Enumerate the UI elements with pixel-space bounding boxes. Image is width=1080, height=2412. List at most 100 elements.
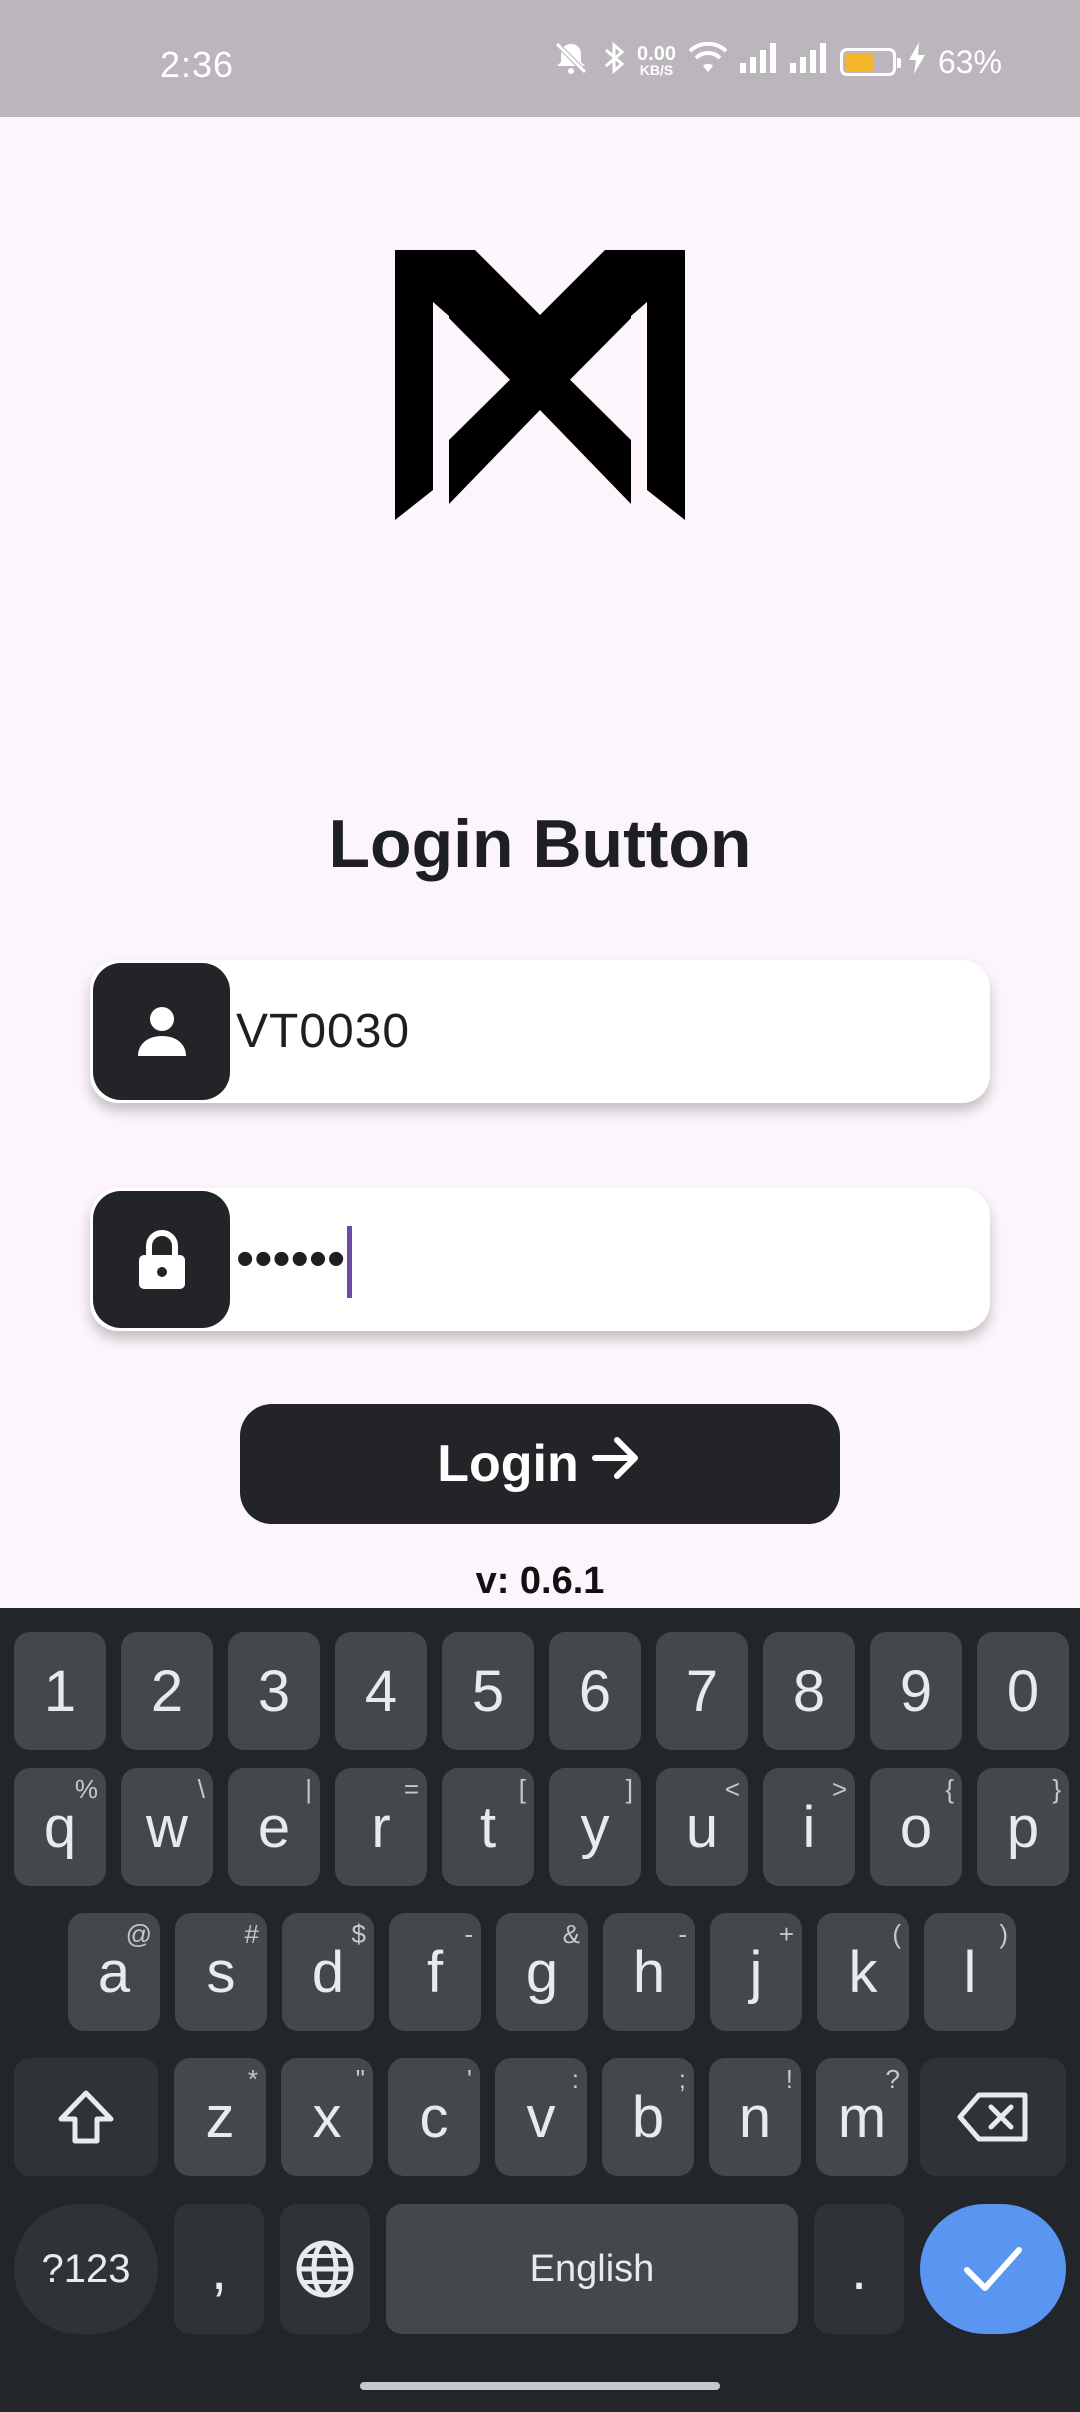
shift-key[interactable] — [14, 2058, 158, 2176]
key-label: k — [848, 1939, 878, 2005]
key-t[interactable]: t[ — [442, 1768, 534, 1886]
username-field[interactable]: VT0030 — [90, 960, 990, 1103]
key-d[interactable]: d $ — [282, 1913, 374, 2031]
backspace-icon — [957, 2092, 1028, 2142]
key-label: d — [311, 1939, 345, 2005]
key-label: 9 — [899, 1658, 933, 1724]
key-a[interactable]: a @ — [68, 1913, 160, 2031]
key-label: x — [312, 2084, 342, 2150]
battery-icon — [839, 48, 901, 76]
key-e[interactable]: e | — [228, 1768, 320, 1886]
key-5[interactable]: 5 — [442, 1632, 534, 1750]
key-2[interactable]: 2 — [121, 1632, 213, 1750]
clock: 2:36 — [160, 44, 235, 85]
key-hint: # — [244, 1919, 259, 1949]
key-i[interactable]: i > — [763, 1768, 855, 1886]
key-label: 0 — [1006, 1658, 1040, 1724]
key-1[interactable]: 1 — [14, 1632, 106, 1750]
lock-icon — [93, 1191, 230, 1328]
key-label: 4 — [364, 1658, 398, 1724]
key-g[interactable]: g & — [496, 1913, 588, 2031]
key-hint: [ — [518, 1774, 526, 1804]
space-key[interactable]: English — [386, 2204, 798, 2334]
enter-key[interactable] — [920, 2204, 1066, 2334]
key-hint: - — [678, 1919, 687, 1949]
key-label: 7 — [685, 1658, 719, 1724]
key-label: y — [580, 1794, 610, 1860]
backspace-key[interactable] — [920, 2058, 1066, 2176]
key-label: s — [206, 1939, 236, 2005]
key-p[interactable]: p} — [977, 1768, 1069, 1886]
key-label: v — [526, 2084, 556, 2150]
key-label: b — [631, 2084, 665, 2150]
key-label: q — [43, 1794, 77, 1860]
key-q[interactable]: q% — [14, 1768, 106, 1886]
soft-keyboard: 1 2 3 4 5 6 7 8 9 0 q% w \ e | r = t[y] u < i > o{p} a @ s # d $ f - g &… — [0, 1608, 1080, 2412]
key-r[interactable]: r = — [335, 1768, 427, 1886]
key-z[interactable]: z * — [174, 2058, 266, 2176]
key-label: h — [632, 1939, 666, 2005]
mute-icon — [551, 40, 591, 84]
symbols-key[interactable]: ?123 — [14, 2204, 158, 2334]
login-button[interactable]: Login — [240, 1404, 840, 1524]
key-u[interactable]: u < — [656, 1768, 748, 1886]
key-l[interactable]: l) — [924, 1913, 1016, 2031]
key-hint: - — [464, 1919, 473, 1949]
key-label: g — [525, 1939, 559, 2005]
key-label: l — [963, 1939, 977, 2005]
password-input[interactable]: •••••• — [236, 1188, 353, 1331]
key-9[interactable]: 9 — [870, 1632, 962, 1750]
key-label: m — [837, 2084, 887, 2150]
key-hint: \ — [197, 1774, 205, 1804]
key-m[interactable]: m? — [816, 2058, 908, 2176]
key-hint: | — [305, 1774, 312, 1804]
arrow-right-icon — [591, 1434, 643, 1495]
key-8[interactable]: 8 — [763, 1632, 855, 1750]
key-hint: ? — [885, 2064, 900, 2094]
version-label: v: 0.6.1 — [475, 1560, 605, 1602]
key-k[interactable]: k( — [817, 1913, 909, 2031]
language-key[interactable] — [280, 2204, 370, 2334]
key-c[interactable]: c ' — [388, 2058, 480, 2176]
page-title: Login Button — [328, 806, 752, 882]
key-label: 3 — [257, 1658, 291, 1724]
key-x[interactable]: x " — [281, 2058, 373, 2176]
key-6[interactable]: 6 — [549, 1632, 641, 1750]
key-0[interactable]: 0 — [977, 1632, 1069, 1750]
username-input[interactable]: VT0030 — [236, 960, 410, 1103]
key-7[interactable]: 7 — [656, 1632, 748, 1750]
key-label: 6 — [578, 1658, 612, 1724]
signal-icon — [789, 43, 828, 81]
person-icon — [93, 963, 230, 1100]
key-h[interactable]: h- — [603, 1913, 695, 2031]
charging-icon — [908, 42, 926, 82]
key-hint: " — [355, 2064, 365, 2094]
key-o[interactable]: o{ — [870, 1768, 962, 1886]
checkmark-icon — [964, 2247, 1022, 2291]
key-s[interactable]: s # — [175, 1913, 267, 2031]
key-y[interactable]: y] — [549, 1768, 641, 1886]
key-hint: { — [945, 1774, 954, 1804]
battery-level — [844, 53, 874, 71]
key-b[interactable]: b; — [602, 2058, 694, 2176]
key-hint: : — [571, 2064, 579, 2094]
key-hint: & — [562, 1919, 580, 1949]
key-hint: @ — [125, 1919, 152, 1949]
key-f[interactable]: f- — [389, 1913, 481, 2031]
key-label: n — [738, 2084, 772, 2150]
key-label: p — [1006, 1794, 1040, 1860]
key-3[interactable]: 3 — [228, 1632, 320, 1750]
comma-key[interactable]: , — [174, 2204, 264, 2334]
key-n[interactable]: n! — [709, 2058, 801, 2176]
key-j[interactable]: j + — [710, 1913, 802, 2031]
password-field[interactable]: •••••• — [90, 1188, 990, 1331]
period-key[interactable]: . — [814, 2204, 904, 2334]
key-label: z — [205, 2084, 235, 2150]
key-label: 2 — [150, 1658, 184, 1724]
shift-icon — [58, 2090, 114, 2144]
key-v[interactable]: v: — [495, 2058, 587, 2176]
key-4[interactable]: 4 — [335, 1632, 427, 1750]
navigation-handle[interactable] — [360, 2382, 720, 2390]
wifi-icon — [688, 41, 728, 82]
key-w[interactable]: w \ — [121, 1768, 213, 1886]
